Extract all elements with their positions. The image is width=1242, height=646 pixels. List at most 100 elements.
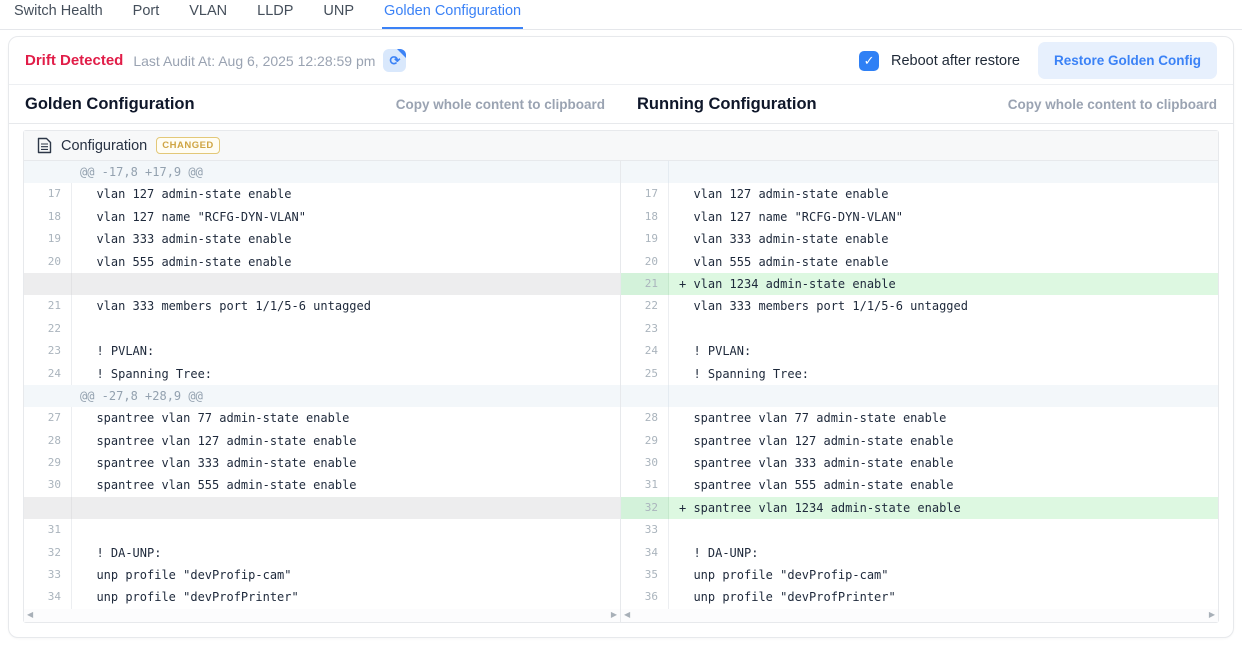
line-text: vlan 333 admin-state enable xyxy=(72,228,620,250)
line-text: unp profile "devProfip-cam" xyxy=(669,564,1218,586)
line-text: spantree vlan 127 admin-state enable xyxy=(669,430,1218,452)
diff-code-line: 23 xyxy=(621,318,1218,340)
diff-code-line: 35unp profile "devProfip-cam" xyxy=(621,564,1218,586)
diff-code-line: 29spantree vlan 333 admin-state enable xyxy=(24,452,620,474)
line-number: 32 xyxy=(621,497,669,519)
line-number: 18 xyxy=(621,206,669,228)
golden-horizontal-scrollbar[interactable]: ◀ ▶ xyxy=(24,609,620,622)
diff-code-line: 27spantree vlan 77 admin-state enable xyxy=(24,407,620,429)
diff-code-line: 24! PVLAN: xyxy=(621,340,1218,362)
line-number: 33 xyxy=(24,564,72,586)
diff-code-line: 33unp profile "devProfip-cam" xyxy=(24,564,620,586)
diff-file-header: Configuration CHANGED xyxy=(24,131,1218,161)
tab-vlan[interactable]: VLAN xyxy=(187,0,229,29)
column-headers: Golden Configuration Copy whole content … xyxy=(9,85,1233,124)
line-number: 34 xyxy=(24,586,72,608)
line-text: spantree vlan 555 admin-state enable xyxy=(72,474,620,496)
diff-code-line: 31 xyxy=(24,519,620,541)
configuration-diff-panel: Configuration CHANGED @@ -17,8 +17,9 @@1… xyxy=(23,130,1219,623)
diff-code-line: 18vlan 127 name "RCFG-DYN-VLAN" xyxy=(621,206,1218,228)
tab-bar: Switch Health Port VLAN LLDP UNP Golden Confi… xyxy=(0,0,1242,30)
diff-filler-row xyxy=(621,161,1218,183)
diff-code-line: 30spantree vlan 555 admin-state enable xyxy=(24,474,620,496)
copy-running-config-link[interactable]: Copy whole content to clipboard xyxy=(1008,97,1217,112)
line-number: 17 xyxy=(24,183,72,205)
line-number: 21 xyxy=(621,273,669,295)
line-number: 36 xyxy=(621,586,669,608)
golden-config-diff-column: @@ -17,8 +17,9 @@17vlan 127 admin-state … xyxy=(24,161,621,622)
diff-code-line: 22vlan 333 members port 1/1/5-6 untagged xyxy=(621,295,1218,317)
line-number: 22 xyxy=(24,318,72,340)
drift-banner: Drift Detected Last Audit At: Aug 6, 202… xyxy=(9,37,1233,85)
diff-code-line: 22 xyxy=(24,318,620,340)
line-number: 29 xyxy=(621,430,669,452)
line-number: 30 xyxy=(24,474,72,496)
tab-unp[interactable]: UNP xyxy=(321,0,356,29)
line-number: 31 xyxy=(621,474,669,496)
diff-code-line: 19vlan 333 admin-state enable xyxy=(621,228,1218,250)
line-text: spantree vlan 333 admin-state enable xyxy=(669,452,1218,474)
line-text xyxy=(72,318,620,340)
scroll-right-arrow-icon[interactable]: ▶ xyxy=(1209,611,1215,619)
line-number: 19 xyxy=(621,228,669,250)
scroll-left-arrow-icon[interactable]: ◀ xyxy=(624,611,630,619)
diff-code-line: 18vlan 127 name "RCFG-DYN-VLAN" xyxy=(24,206,620,228)
diff-code-line: 17vlan 127 admin-state enable xyxy=(621,183,1218,205)
scroll-right-arrow-icon[interactable]: ▶ xyxy=(611,611,617,619)
line-text xyxy=(669,318,1218,340)
diff-code-line: 32! DA-UNP: xyxy=(24,542,620,564)
tab-port[interactable]: Port xyxy=(131,0,162,29)
line-number: 22 xyxy=(621,295,669,317)
running-config-title: Running Configuration xyxy=(637,95,817,114)
diff-code-line: 17vlan 127 admin-state enable xyxy=(24,183,620,205)
running-horizontal-scrollbar[interactable]: ◀ ▶ xyxy=(621,609,1218,622)
line-number: 24 xyxy=(621,340,669,362)
reboot-after-restore-checkbox[interactable]: ✓ xyxy=(859,51,879,71)
line-text: vlan 333 admin-state enable xyxy=(669,228,1218,250)
diff-code-line: 28spantree vlan 77 admin-state enable xyxy=(621,407,1218,429)
restore-golden-config-button[interactable]: Restore Golden Config xyxy=(1038,42,1217,79)
banner-actions: ✓ Reboot after restore Restore Golden Co… xyxy=(859,42,1217,79)
config-sync-icon[interactable]: ⟳ xyxy=(383,49,406,72)
diff-filler-row xyxy=(621,385,1218,407)
line-text: spantree vlan 127 admin-state enable xyxy=(72,430,620,452)
line-number: 17 xyxy=(621,183,669,205)
line-text: vlan 127 name "RCFG-DYN-VLAN" xyxy=(669,206,1218,228)
line-text: ! DA-UNP: xyxy=(72,542,620,564)
diff-filler-row xyxy=(24,497,620,519)
line-text: unp profile "devProfPrinter" xyxy=(669,586,1218,608)
tab-golden-configuration[interactable]: Golden Configuration xyxy=(382,0,523,29)
line-number: 23 xyxy=(621,318,669,340)
scroll-left-arrow-icon[interactable]: ◀ xyxy=(27,611,33,619)
running-config-diff-column: 17vlan 127 admin-state enable18vlan 127 … xyxy=(621,161,1218,622)
diff-code-line: 24! Spanning Tree: xyxy=(24,363,620,385)
line-number: 32 xyxy=(24,542,72,564)
diff-code-line: 30spantree vlan 333 admin-state enable xyxy=(621,452,1218,474)
diff-added-line: 21+vlan 1234 admin-state enable xyxy=(621,273,1218,295)
diff-file-label: Configuration xyxy=(61,138,147,154)
line-text: ! Spanning Tree: xyxy=(669,363,1218,385)
line-number: 19 xyxy=(24,228,72,250)
line-number: 18 xyxy=(24,206,72,228)
diff-code-line: 31spantree vlan 555 admin-state enable xyxy=(621,474,1218,496)
diff-code-line: 25! Spanning Tree: xyxy=(621,363,1218,385)
line-text: vlan 127 name "RCFG-DYN-VLAN" xyxy=(72,206,620,228)
tab-switch-health[interactable]: Switch Health xyxy=(12,0,105,29)
diff-code-line: 33 xyxy=(621,519,1218,541)
line-text xyxy=(72,519,620,541)
diff-code-line: 23! PVLAN: xyxy=(24,340,620,362)
document-icon xyxy=(37,137,52,154)
tab-lldp[interactable]: LLDP xyxy=(255,0,295,29)
line-text: ! Spanning Tree: xyxy=(72,363,620,385)
diff-hunk-header: @@ -17,8 +17,9 @@ xyxy=(24,161,620,183)
line-text: spantree vlan 555 admin-state enable xyxy=(669,474,1218,496)
line-number: 25 xyxy=(621,363,669,385)
line-text: vlan 127 admin-state enable xyxy=(669,183,1218,205)
line-text: vlan 555 admin-state enable xyxy=(669,251,1218,273)
line-number: 29 xyxy=(24,452,72,474)
line-number: 35 xyxy=(621,564,669,586)
line-number: 33 xyxy=(621,519,669,541)
copy-golden-config-link[interactable]: Copy whole content to clipboard xyxy=(396,97,605,112)
line-number: 28 xyxy=(24,430,72,452)
diff-added-line: 32+spantree vlan 1234 admin-state enable xyxy=(621,497,1218,519)
